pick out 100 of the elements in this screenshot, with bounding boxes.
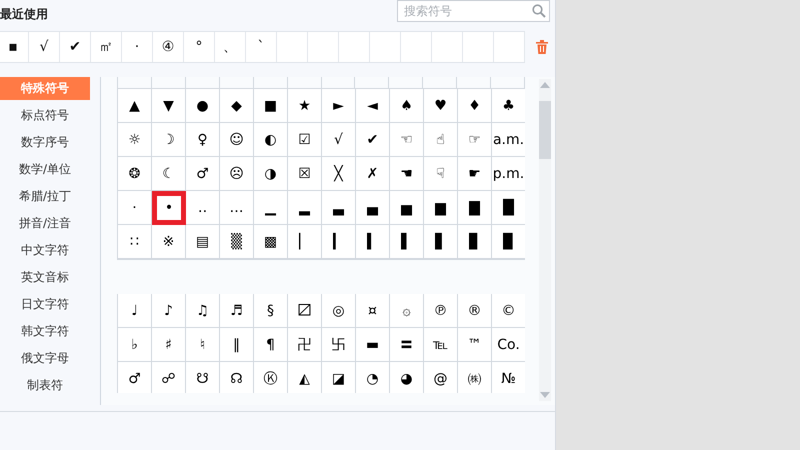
category-item[interactable]: 拼音/注音 — [0, 212, 90, 239]
symbol-cell[interactable]: ☊ — [220, 362, 254, 393]
category-item[interactable]: 英文音标 — [0, 266, 90, 293]
symbol-cell[interactable]: ▼ — [152, 89, 186, 123]
symbol-cell[interactable]: ● — [186, 89, 220, 123]
symbol-cell[interactable]: ♩ — [118, 294, 152, 328]
symbol-cell[interactable]: ▒ — [220, 225, 254, 259]
symbol-cell[interactable]: ▄ — [356, 191, 390, 225]
symbol-cell[interactable]: ♠ — [390, 89, 424, 123]
scroll-up-icon[interactable] — [540, 82, 550, 88]
symbol-cell[interactable]: ☾ — [152, 157, 186, 191]
symbol-cell[interactable]: ☋ — [186, 362, 220, 393]
symbol-cell[interactable]: · — [118, 191, 152, 225]
category-item[interactable]: 俄文字母 — [0, 347, 90, 374]
symbol-cell[interactable]: 〼 — [288, 294, 322, 328]
symbol-cell[interactable]: … — [220, 191, 254, 225]
symbol-cell[interactable]: Co. — [492, 328, 525, 362]
symbol-cell[interactable]: ℡ — [424, 328, 458, 362]
symbol-cell[interactable]: ▲ — [118, 89, 152, 123]
symbol-cell[interactable]: ® — [458, 294, 492, 328]
symbol-cell[interactable]: ۞ — [390, 294, 424, 328]
symbol-cell[interactable]: ◕ — [390, 362, 424, 393]
symbol-cell[interactable]: √ — [322, 123, 356, 157]
symbol-cell[interactable]: ╳ — [322, 157, 356, 191]
symbol-cell[interactable]: ❂ — [118, 157, 152, 191]
symbol-cell[interactable]: ◆ — [220, 89, 254, 123]
symbol-cell[interactable]: ▂ — [288, 191, 322, 225]
symbol-cell[interactable]: ‖ — [220, 328, 254, 362]
symbol-cell[interactable]: Ⓚ — [254, 362, 288, 393]
symbol-cell[interactable]: ◑ — [254, 157, 288, 191]
symbol-cell[interactable]: ☺ — [220, 123, 254, 157]
symbol-cell[interactable]: ♪ — [152, 294, 186, 328]
symbol-cell[interactable]: ▅ — [390, 191, 424, 225]
symbol-cell[interactable]: ◪ — [322, 362, 356, 393]
symbol-cell[interactable]: p.m. — [492, 157, 525, 191]
symbol-cell[interactable]: ♮ — [186, 328, 220, 362]
symbol-cell[interactable]: ※ — [152, 225, 186, 259]
symbol-cell[interactable]: ◄ — [356, 89, 390, 123]
symbol-cell[interactable]: ▆ — [424, 191, 458, 225]
symbol-cell[interactable]: ♭ — [118, 328, 152, 362]
symbol-cell[interactable]: ㈱ — [458, 362, 492, 393]
symbol-cell[interactable]: ☼ — [118, 123, 152, 157]
symbol-cell[interactable]: ∷ — [118, 225, 152, 259]
symbol-cell[interactable]: ▬ — [356, 328, 390, 362]
symbol-cell[interactable]: ♫ — [186, 294, 220, 328]
category-item[interactable]: 希腊/拉丁 — [0, 185, 90, 212]
symbol-cell[interactable]: ▎ — [322, 225, 356, 259]
category-item[interactable]: 标点符号 — [0, 104, 90, 131]
symbol-cell[interactable]: ℗ — [424, 294, 458, 328]
symbol-cell[interactable]: ★ — [288, 89, 322, 123]
symbol-cell[interactable]: ¶ — [254, 328, 288, 362]
symbol-cell[interactable]: █ — [492, 191, 525, 225]
symbol-cell[interactable]: ♯ — [152, 328, 186, 362]
symbol-cell[interactable]: ▌ — [390, 225, 424, 259]
symbol-cell[interactable]: ☑ — [288, 123, 322, 157]
symbol-cell[interactable]: ▇ — [458, 191, 492, 225]
symbol-cell[interactable]: ✔ — [356, 123, 390, 157]
symbol-cell[interactable]: ♂ — [186, 157, 220, 191]
symbol-cell[interactable]: ◎ — [322, 294, 356, 328]
symbol-cell[interactable]: ▩ — [254, 225, 288, 259]
category-item[interactable]: 日文字符 — [0, 293, 90, 320]
search-field[interactable]: 搜索符号 — [397, 0, 550, 22]
symbol-cell[interactable]: ▏ — [288, 225, 322, 259]
symbol-cell[interactable]: № — [492, 362, 525, 393]
symbol-cell[interactable]: ▉ — [492, 225, 525, 259]
symbol-cell[interactable]: ☞ — [458, 123, 492, 157]
symbol-cell[interactable]: ▋ — [424, 225, 458, 259]
category-item[interactable]: 中文字符 — [0, 239, 90, 266]
symbol-cell[interactable]: ◭ — [288, 362, 322, 393]
symbol-cell[interactable]: • — [152, 191, 186, 225]
scroll-down-icon[interactable] — [540, 392, 550, 398]
symbol-cell[interactable]: ♬ — [220, 294, 254, 328]
symbol-cell[interactable]: ™ — [458, 328, 492, 362]
symbol-cell[interactable]: ▤ — [186, 225, 220, 259]
symbol-cell[interactable]: ☜ — [390, 123, 424, 157]
symbol-cell[interactable]: ☝ — [424, 123, 458, 157]
symbol-cell[interactable]: ♥ — [424, 89, 458, 123]
symbol-cell[interactable]: ■ — [254, 89, 288, 123]
symbol-cell[interactable]: § — [254, 294, 288, 328]
symbol-cell[interactable]: ▁ — [254, 191, 288, 225]
symbol-cell[interactable]: ▃ — [322, 191, 356, 225]
symbol-cell[interactable]: ♂ — [118, 362, 152, 393]
symbol-cell[interactable]: a.m. — [492, 123, 525, 157]
symbol-cell[interactable]: ☒ — [288, 157, 322, 191]
symbol-cell[interactable]: ¤ — [356, 294, 390, 328]
category-item[interactable]: 制表符 — [0, 374, 90, 401]
symbol-cell[interactable]: ☍ — [152, 362, 186, 393]
symbol-cell[interactable]: ♦ — [458, 89, 492, 123]
symbol-cell[interactable]: ► — [322, 89, 356, 123]
symbol-cell[interactable]: ‥ — [186, 191, 220, 225]
scroll-thumb[interactable] — [539, 101, 551, 159]
symbol-cell[interactable]: ☚ — [390, 157, 424, 191]
symbol-cell[interactable]: 卍 — [288, 328, 322, 362]
symbol-cell[interactable]: © — [492, 294, 525, 328]
symbol-cell[interactable]: ♣ — [492, 89, 525, 123]
symbol-cell[interactable]: ▍ — [356, 225, 390, 259]
symbol-cell[interactable]: ▊ — [458, 225, 492, 259]
symbol-cell[interactable]: @ — [424, 362, 458, 393]
symbol-cell[interactable]: ◔ — [356, 362, 390, 393]
symbol-cell[interactable]: ◐ — [254, 123, 288, 157]
